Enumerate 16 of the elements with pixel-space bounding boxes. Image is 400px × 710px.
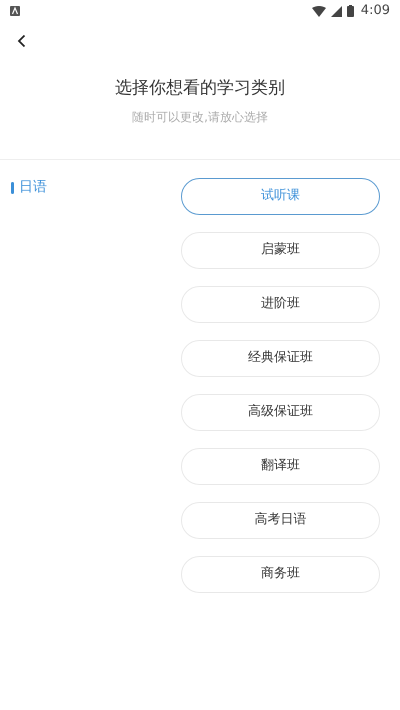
category-button[interactable]: 商务班 [181,556,380,592]
category-button[interactable]: 高考日语 [181,502,380,538]
category-button[interactable]: 经典保证班 [181,340,380,376]
signal-icon [330,6,342,16]
battery-icon [346,5,354,17]
wifi-icon [312,6,326,16]
notification-icon [10,6,20,16]
page-subtitle: 随时可以更改,请放心选择 [132,108,268,126]
page-title: 选择你想看的学习类别 [115,77,285,100]
back-icon [16,34,26,48]
category-button[interactable]: 启蒙班 [181,232,380,268]
category-button[interactable]: 翻译班 [181,448,380,484]
selection-indicator [11,182,14,194]
category-button[interactable]: 高级保证班 [181,394,380,430]
status-time: 4:09 [360,2,390,20]
category-button[interactable]: 进阶班 [181,286,380,322]
